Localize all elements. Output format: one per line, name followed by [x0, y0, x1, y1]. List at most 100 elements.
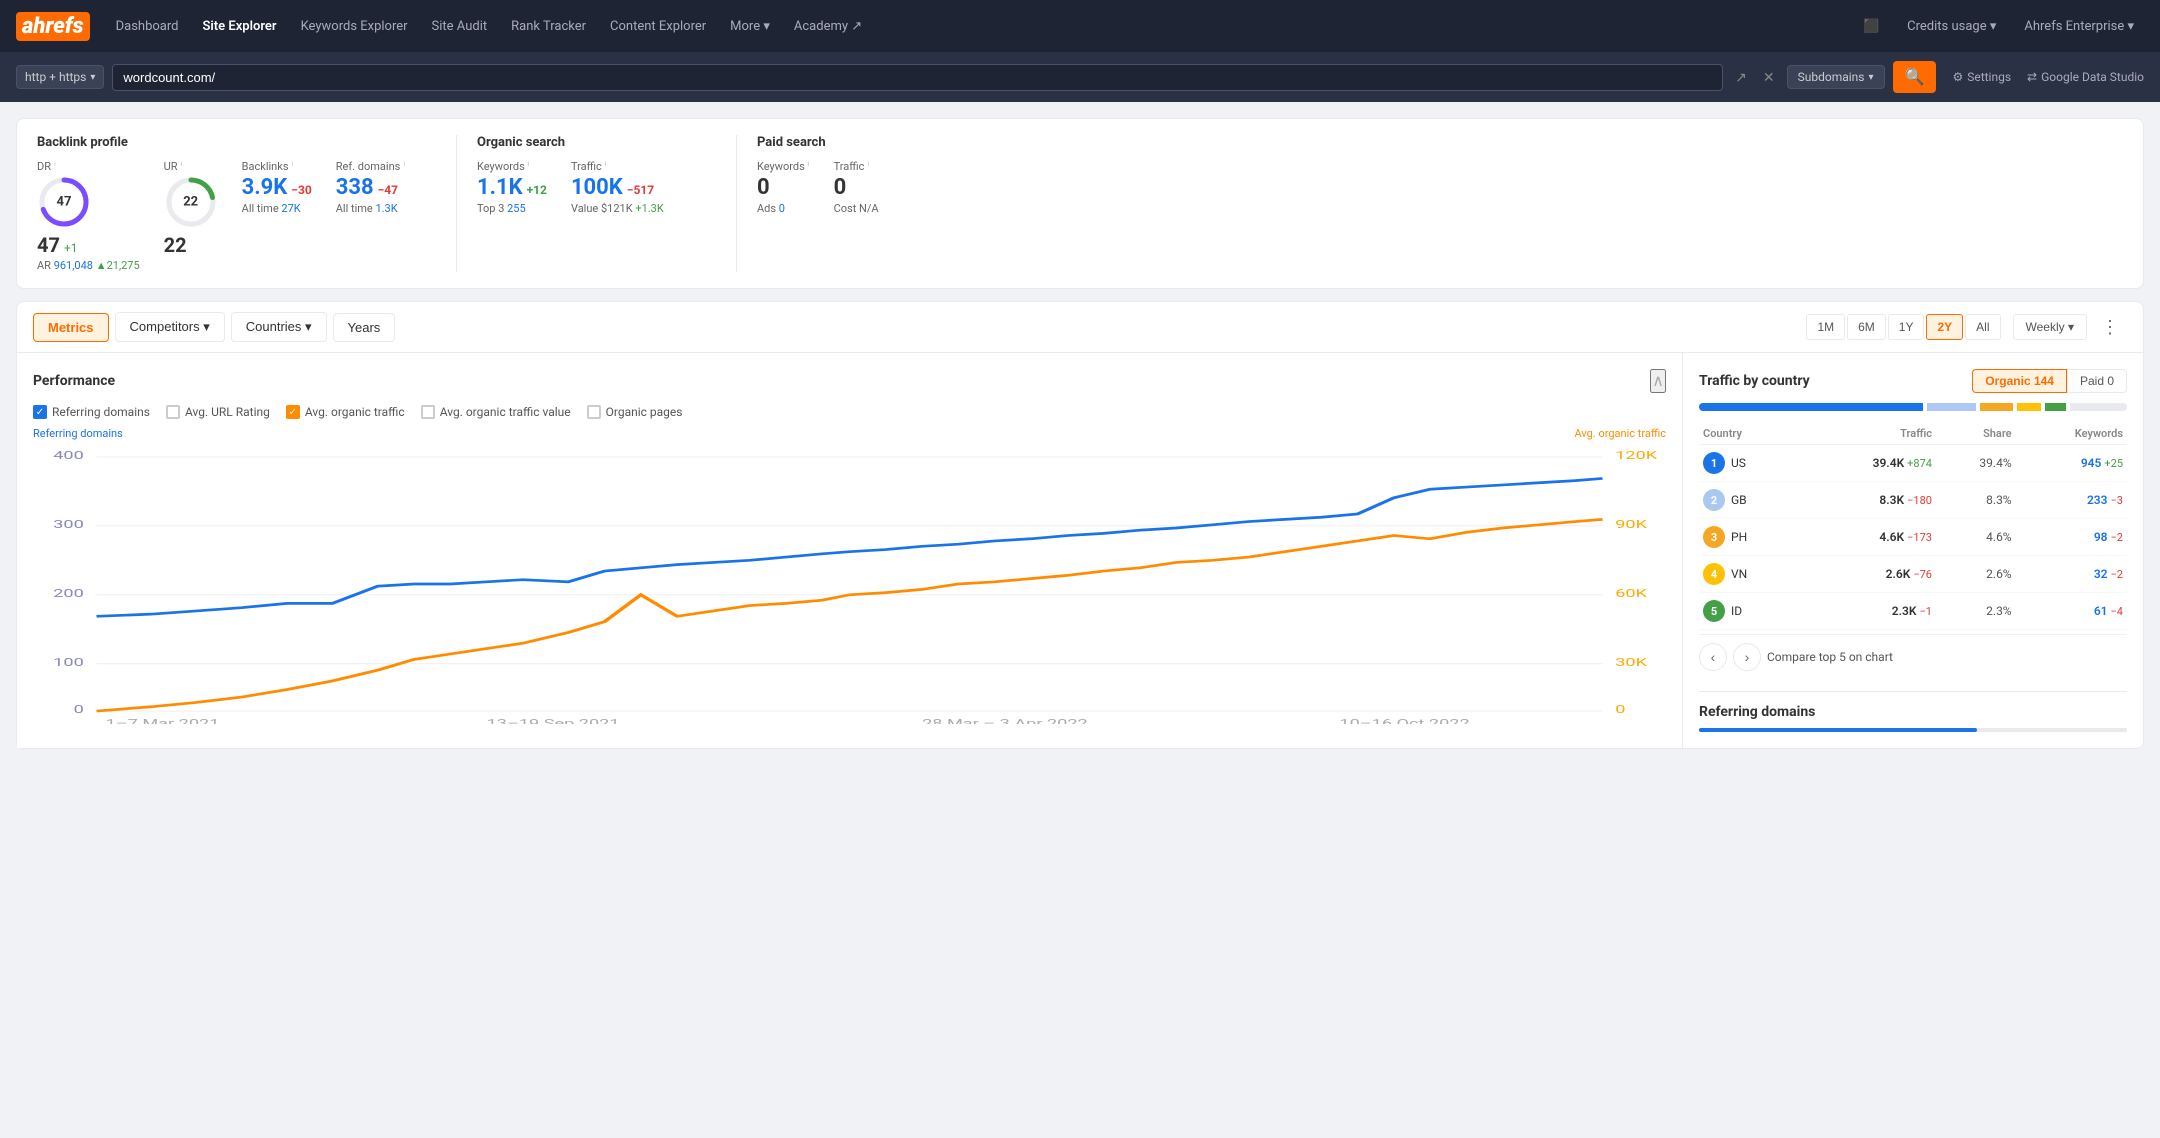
time-1y[interactable]: 1Y [1888, 314, 1925, 340]
ur-info-icon[interactable]: ⁱ [181, 161, 183, 172]
traffic-value-delta: +1.3K [635, 202, 663, 215]
country-name-vn: VN [1731, 567, 1747, 581]
kw-cell-vn: 32 −2 [2016, 556, 2127, 593]
svg-text:60K: 60K [1615, 587, 1648, 600]
cb-avg-traffic-value[interactable]: Avg. organic traffic value [421, 405, 571, 419]
organic-kw-info-icon[interactable]: ⁱ [528, 161, 530, 172]
ref-domains-label: Ref. domains [336, 160, 401, 173]
paid-kw-value: 0 [757, 175, 810, 200]
ar-row: AR 961,048 ▲21,275 [37, 259, 140, 272]
paid-ads-link[interactable]: 0 [779, 202, 785, 215]
collapse-button[interactable]: ∧ [1650, 369, 1666, 393]
traffic-by-country-card: Traffic by country Organic 144 Paid 0 [1699, 369, 2127, 679]
time-2y[interactable]: 2Y [1926, 314, 1963, 340]
ref-domains-alltime: All time 1.3K [336, 202, 405, 215]
performance-header: Performance ∧ [33, 369, 1666, 393]
avg-organic-traffic-line [97, 519, 1603, 711]
ref-domains-bar [1699, 728, 2127, 732]
cb-avg-traffic-value-box [421, 405, 435, 419]
organic-kw-top3-link[interactable]: 255 [507, 202, 526, 215]
cb-avg-url-rating[interactable]: Avg. URL Rating [166, 405, 270, 419]
subdomain-selector[interactable]: Subdomains ▾ [1787, 65, 1885, 89]
svg-text:13–19 Sep 2021: 13–19 Sep 2021 [487, 717, 620, 724]
ref-domains-fill [1699, 728, 1977, 732]
cb-organic-pages-box [587, 405, 601, 419]
kw-cell-ph: 98 −2 [2016, 519, 2127, 556]
paid-kw-label: Keywords [757, 160, 805, 173]
organic-traffic-metric: Traffic ⁱ 100K −517 Value $121K +1.3K [571, 160, 664, 215]
organic-kw-label: Keywords [477, 160, 525, 173]
bar-seg-vn [2017, 403, 2041, 411]
tab-metrics[interactable]: Metrics [33, 313, 109, 342]
dr-number: 47 [37, 233, 60, 257]
ref-domains-info-icon[interactable]: ⁱ [403, 161, 405, 172]
paid-kw-info-icon[interactable]: ⁱ [808, 161, 810, 172]
dr-info-icon[interactable]: ⁱ [54, 161, 56, 172]
referring-domains-mini-card: Referring domains [1699, 691, 2127, 732]
tab-competitors[interactable]: Competitors ▾ [115, 312, 225, 342]
rank-badge-3: 3 [1703, 526, 1725, 548]
time-1m[interactable]: 1M [1806, 314, 1845, 340]
settings-label: Settings [1967, 70, 2011, 84]
svg-text:100: 100 [53, 656, 84, 669]
cb-organic-pages[interactable]: Organic pages [587, 405, 683, 419]
time-all[interactable]: All [1965, 314, 2000, 340]
cb-avg-organic-traffic[interactable]: ✓ Avg. organic traffic [286, 405, 405, 419]
tab-years[interactable]: Years [333, 313, 396, 342]
tbc-tab-organic[interactable]: Organic 144 [1972, 369, 2067, 393]
next-page-button[interactable]: › [1733, 643, 1761, 671]
logo[interactable]: ahrefs [16, 12, 90, 41]
nav-keywords-explorer[interactable]: Keywords Explorer [291, 13, 418, 40]
period-selector[interactable]: Weekly ▾ [2013, 314, 2087, 340]
country-table: Country Traffic Share Keywords [1699, 423, 2127, 630]
country-cell: 3 PH [1699, 519, 1802, 556]
tbc-header: Traffic by country Organic 144 Paid 0 [1699, 369, 2127, 393]
nav-more[interactable]: More ▾ [720, 13, 780, 40]
country-cell: 4 VN [1699, 556, 1802, 593]
nav-site-audit[interactable]: Site Audit [422, 13, 498, 40]
google-data-studio-button[interactable]: ⇄ Google Data Studio [2027, 70, 2144, 84]
protocol-label: http + https [25, 70, 86, 84]
nav-rank-tracker[interactable]: Rank Tracker [501, 13, 596, 40]
nav-account[interactable]: Ahrefs Enterprise ▾ [2014, 13, 2144, 40]
share-cell-gb: 8.3% [1936, 482, 2016, 519]
bar-seg-ph [1980, 403, 2013, 411]
rank-badge-4: 4 [1703, 563, 1725, 585]
table-row: 1 US 39.4K +874 39.4% [1699, 445, 2127, 482]
backlinks-info-icon[interactable]: ⁱ [292, 161, 294, 172]
backlinks-delta: −30 [291, 183, 311, 197]
paid-traffic-info-icon[interactable]: ⁱ [867, 161, 869, 172]
checkboxes-row: ✓ Referring domains Avg. URL Rating ✓ Av… [33, 405, 1666, 419]
ur-number: 22 [164, 233, 187, 257]
nav-site-explorer[interactable]: Site Explorer [192, 13, 286, 40]
nav-credits-usage[interactable]: Credits usage ▾ [1897, 13, 2006, 40]
protocol-selector[interactable]: http + https ▾ [16, 65, 104, 89]
search-button[interactable]: 🔍 [1893, 61, 1937, 93]
tab-countries[interactable]: Countries ▾ [231, 312, 327, 342]
organic-search-title: Organic search [477, 135, 716, 150]
time-6m[interactable]: 6M [1847, 314, 1886, 340]
backlinks-alltime-link[interactable]: 27K [281, 202, 300, 215]
country-name-gb: GB [1731, 493, 1747, 507]
settings-button[interactable]: ⚙ Settings [1944, 66, 2019, 88]
nav-academy[interactable]: Academy ↗ [784, 13, 872, 40]
cb-avg-organic-traffic-box: ✓ [286, 405, 300, 419]
nav-dashboard[interactable]: Dashboard [106, 13, 189, 40]
svg-text:200: 200 [53, 587, 84, 600]
nav-monitor-icon[interactable]: ⬛ [1853, 13, 1889, 40]
more-options-button[interactable]: ⋮ [2093, 313, 2127, 342]
svg-text:300: 300 [53, 518, 84, 531]
time-buttons: 1M 6M 1Y 2Y All [1806, 314, 2000, 340]
tbc-tab-paid[interactable]: Paid 0 [2067, 369, 2127, 393]
paid-cost-sub: Cost N/A [834, 202, 879, 215]
country-cell: 5 ID [1699, 593, 1802, 630]
ref-domains-alltime-link[interactable]: 1.3K [375, 202, 397, 215]
col-keywords: Keywords [2016, 423, 2127, 445]
url-input[interactable] [112, 64, 1723, 91]
organic-traffic-info-icon[interactable]: ⁱ [605, 161, 607, 172]
nav-content-explorer[interactable]: Content Explorer [600, 13, 716, 40]
prev-page-button[interactable]: ‹ [1699, 643, 1727, 671]
cb-referring-domains[interactable]: ✓ Referring domains [33, 405, 150, 419]
clear-url-button[interactable]: ✕ [1759, 65, 1779, 90]
open-url-button[interactable]: ↗ [1731, 65, 1751, 90]
